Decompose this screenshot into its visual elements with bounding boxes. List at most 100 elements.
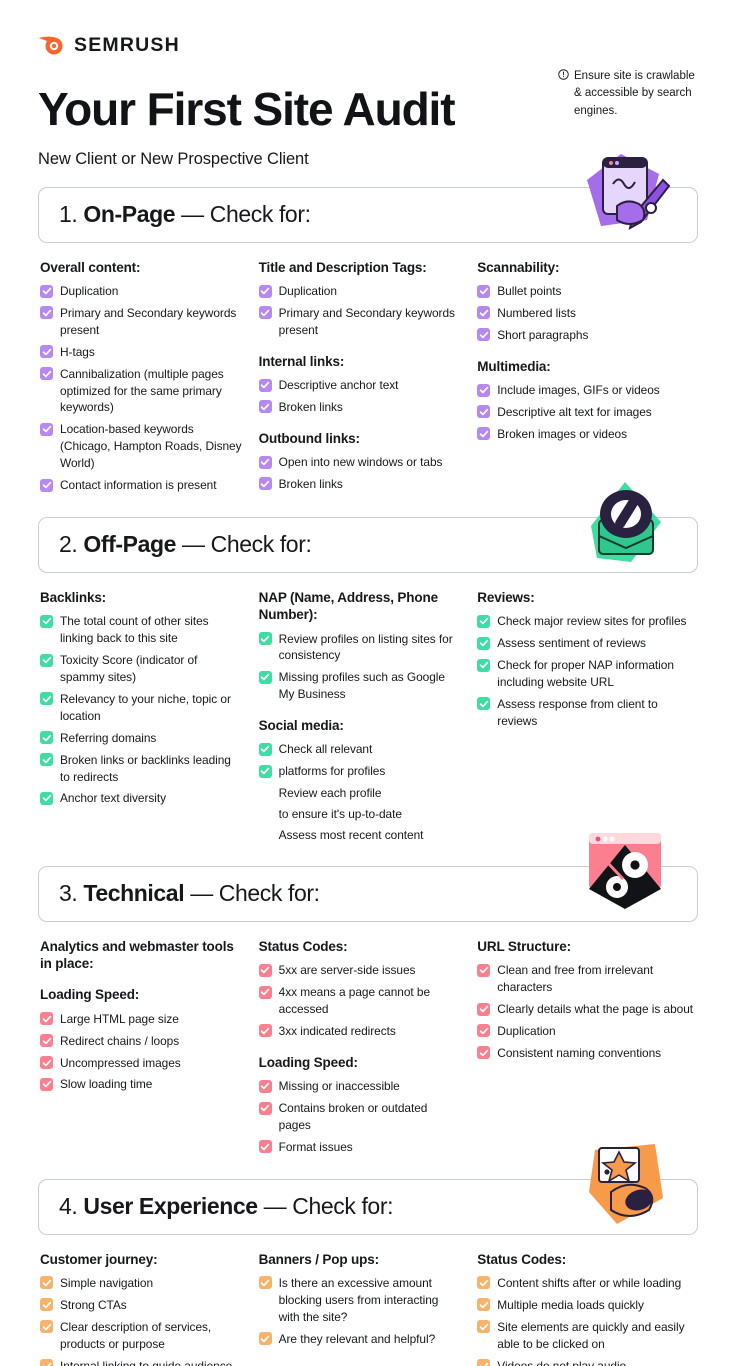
- checklist-item[interactable]: Are they relevant and helpful?: [258, 1331, 462, 1348]
- checkbox-checked-icon[interactable]: [258, 400, 272, 414]
- checklist-item[interactable]: Clear description of services, products …: [40, 1319, 243, 1353]
- checklist-item[interactable]: Redirect chains / loops: [40, 1033, 243, 1050]
- checklist-item[interactable]: Include images, GIFs or videos: [477, 382, 696, 399]
- checklist-item[interactable]: Multiple media loads quickly: [477, 1297, 696, 1314]
- checkbox-checked-icon[interactable]: [258, 1079, 272, 1093]
- checklist-item[interactable]: Anchor text diversity: [40, 790, 243, 807]
- checklist-item[interactable]: Strong CTAs: [40, 1297, 243, 1314]
- checkbox-checked-icon[interactable]: [477, 306, 491, 320]
- checkbox-checked-icon[interactable]: [40, 422, 53, 436]
- checklist-item[interactable]: Check all relevant: [258, 741, 462, 758]
- checkbox-checked-icon[interactable]: [477, 1024, 491, 1038]
- checkbox-checked-icon[interactable]: [40, 1034, 53, 1048]
- checkbox-checked-icon[interactable]: [477, 697, 491, 711]
- checklist-item[interactable]: Primary and Secondary keywords present: [258, 305, 462, 339]
- checkbox-checked-icon[interactable]: [477, 1276, 491, 1290]
- checkbox-checked-icon[interactable]: [477, 636, 491, 650]
- checkbox-checked-icon[interactable]: [258, 742, 272, 756]
- checkbox-checked-icon[interactable]: [40, 367, 53, 381]
- checklist-item[interactable]: Duplication: [40, 283, 243, 300]
- checklist-item[interactable]: Review profiles on listing sites for con…: [258, 631, 462, 665]
- checkbox-checked-icon[interactable]: [477, 658, 491, 672]
- checklist-item[interactable]: Format issues: [258, 1139, 462, 1156]
- checklist-item[interactable]: Content shifts after or while loading: [477, 1275, 696, 1292]
- checkbox-checked-icon[interactable]: [258, 1140, 272, 1154]
- checkbox-checked-icon[interactable]: [477, 1046, 491, 1060]
- checklist-item[interactable]: Internal linking to guide audience throu…: [40, 1358, 243, 1366]
- checklist-item[interactable]: Descriptive alt text for images: [477, 404, 696, 421]
- checkbox-checked-icon[interactable]: [477, 614, 491, 628]
- checklist-item[interactable]: Cannibalization (multiple pages optimize…: [40, 366, 243, 417]
- checklist-item[interactable]: Numbered lists: [477, 305, 696, 322]
- checkbox-checked-icon[interactable]: [477, 405, 491, 419]
- checkbox-checked-icon[interactable]: [40, 345, 53, 359]
- checklist-item[interactable]: The total count of other sites linking b…: [40, 613, 243, 647]
- checkbox-checked-icon[interactable]: [258, 764, 272, 778]
- checkbox-checked-icon[interactable]: [40, 478, 53, 492]
- checkbox-checked-icon[interactable]: [40, 692, 53, 706]
- checklist-item[interactable]: Missing or inaccessible: [258, 1078, 462, 1095]
- checklist-item[interactable]: Is there an excessive amount blocking us…: [258, 1275, 462, 1326]
- checklist-item[interactable]: Videos do not play audio automatically: [477, 1358, 696, 1366]
- checkbox-checked-icon[interactable]: [258, 985, 272, 999]
- checklist-item[interactable]: platforms for profiles: [258, 763, 462, 780]
- checkbox-checked-icon[interactable]: [40, 284, 53, 298]
- checklist-item[interactable]: Assess sentiment of reviews: [477, 635, 696, 652]
- checklist-item[interactable]: Clearly details what the page is about: [477, 1001, 696, 1018]
- checklist-item[interactable]: Relevancy to your niche, topic or locati…: [40, 691, 243, 725]
- checklist-item[interactable]: H-tags: [40, 344, 243, 361]
- checkbox-checked-icon[interactable]: [258, 1024, 272, 1038]
- checklist-item[interactable]: Contact information is present: [40, 477, 243, 494]
- checkbox-checked-icon[interactable]: [258, 1276, 272, 1290]
- checklist-item[interactable]: Check for proper NAP information includi…: [477, 657, 696, 691]
- checklist-item[interactable]: Toxicity Score (indicator of spammy site…: [40, 652, 243, 686]
- checklist-item[interactable]: Consistent naming conventions: [477, 1045, 696, 1062]
- checkbox-checked-icon[interactable]: [258, 306, 272, 320]
- checklist-item[interactable]: Large HTML page size: [40, 1011, 243, 1028]
- checkbox-checked-icon[interactable]: [477, 284, 491, 298]
- checkbox-checked-icon[interactable]: [477, 1320, 491, 1334]
- section-header-4[interactable]: 4. User Experience — Check for:: [38, 1143, 698, 1235]
- checklist-item[interactable]: Uncompressed images: [40, 1055, 243, 1072]
- checklist-item[interactable]: Slow loading time: [40, 1076, 243, 1093]
- checklist-item[interactable]: Missing profiles such as Google My Busin…: [258, 669, 462, 703]
- checkbox-checked-icon[interactable]: [258, 455, 272, 469]
- checkbox-checked-icon[interactable]: [40, 791, 53, 805]
- checkbox-checked-icon[interactable]: [477, 427, 491, 441]
- checklist-item[interactable]: Assess response from client to reviews: [477, 696, 696, 730]
- checklist-item[interactable]: Referring domains: [40, 730, 243, 747]
- checklist-item[interactable]: Open into new windows or tabs: [258, 454, 462, 471]
- checklist-item[interactable]: 4xx means a page cannot be accessed: [258, 984, 462, 1018]
- checklist-item[interactable]: Broken links: [258, 476, 462, 493]
- checklist-item[interactable]: Check major review sites for profiles: [477, 613, 696, 630]
- checklist-item[interactable]: 5xx are server-side issues: [258, 962, 462, 979]
- checkbox-checked-icon[interactable]: [40, 1077, 53, 1091]
- checkbox-checked-icon[interactable]: [40, 1056, 53, 1070]
- checkbox-checked-icon[interactable]: [477, 963, 491, 977]
- section-header-1[interactable]: 1. On-Page — Check for:: [38, 153, 698, 243]
- checkbox-checked-icon[interactable]: [477, 383, 491, 397]
- checklist-item[interactable]: Bullet points: [477, 283, 696, 300]
- checklist-item[interactable]: Simple navigation: [40, 1275, 243, 1292]
- checkbox-checked-icon[interactable]: [40, 1298, 53, 1312]
- checkbox-checked-icon[interactable]: [258, 963, 272, 977]
- checkbox-checked-icon[interactable]: [477, 328, 491, 342]
- checkbox-checked-icon[interactable]: [40, 1320, 53, 1334]
- checkbox-checked-icon[interactable]: [40, 614, 53, 628]
- checklist-item[interactable]: Duplication: [258, 283, 462, 300]
- checkbox-checked-icon[interactable]: [258, 284, 272, 298]
- checkbox-checked-icon[interactable]: [258, 1101, 272, 1115]
- checkbox-checked-icon[interactable]: [258, 1332, 272, 1346]
- checklist-item[interactable]: Broken images or videos: [477, 426, 696, 443]
- checklist-item[interactable]: Duplication: [477, 1023, 696, 1040]
- checkbox-checked-icon[interactable]: [40, 731, 53, 745]
- checkbox-checked-icon[interactable]: [258, 632, 272, 646]
- checkbox-checked-icon[interactable]: [477, 1298, 491, 1312]
- checkbox-checked-icon[interactable]: [40, 306, 53, 320]
- checklist-item[interactable]: Contains broken or outdated pages: [258, 1100, 462, 1134]
- checklist-item[interactable]: 3xx indicated redirects: [258, 1023, 462, 1040]
- checkbox-checked-icon[interactable]: [40, 1276, 53, 1290]
- checklist-item[interactable]: Broken links: [258, 399, 462, 416]
- checkbox-checked-icon[interactable]: [40, 653, 53, 667]
- checklist-item[interactable]: Short paragraphs: [477, 327, 696, 344]
